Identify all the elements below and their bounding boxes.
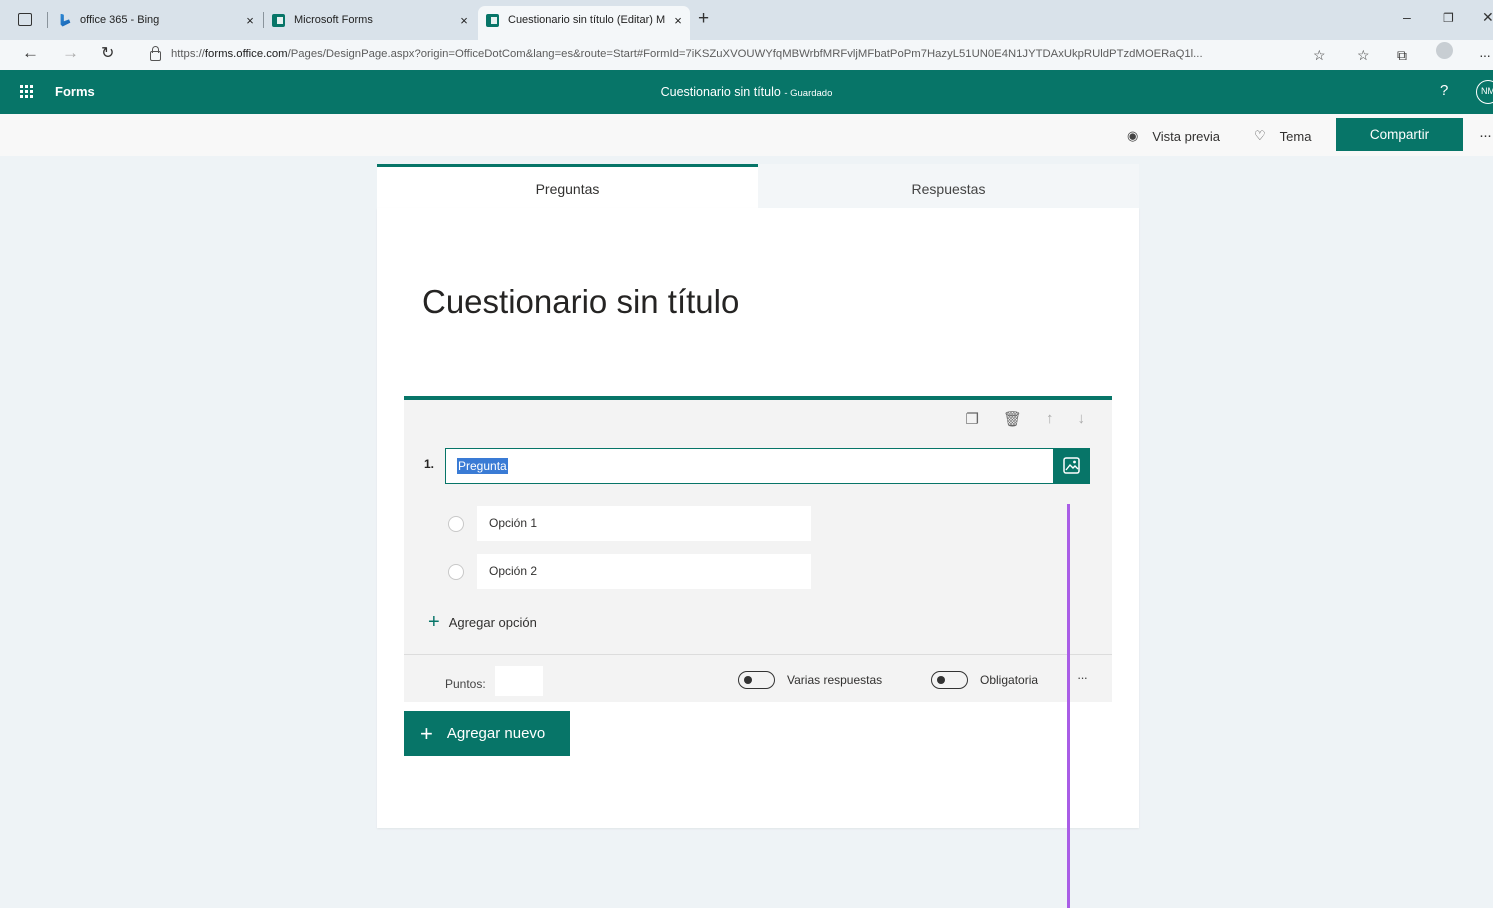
- command-bar: ◉ Vista previa ♡ Tema: [0, 114, 1493, 156]
- lock-icon: [150, 46, 161, 61]
- tab-label: Microsoft Forms: [294, 14, 373, 26]
- close-tab-icon[interactable]: ×: [242, 13, 258, 28]
- form-title[interactable]: Cuestionario sin título: [422, 283, 739, 321]
- avatar[interactable]: NM: [1476, 80, 1493, 104]
- back-arrow-icon[interactable]: ←: [22, 43, 39, 63]
- theme-label: Tema: [1279, 128, 1312, 144]
- option-row: Opción 1: [448, 506, 811, 542]
- form-tabs: Preguntas Respuestas: [377, 164, 1139, 208]
- address-bar[interactable]: https://forms.office.com/Pages/DesignPag…: [134, 42, 1294, 66]
- save-status: - Guardado: [784, 88, 833, 99]
- browser-tab-active[interactable]: Cuestionario sin título (Editar) M ×: [478, 6, 690, 40]
- share-button[interactable]: Compartir: [1336, 118, 1463, 151]
- tab-divider: [263, 12, 264, 28]
- required-label: Obligatoria: [980, 673, 1039, 687]
- divider: [404, 654, 1112, 655]
- form-card: Cuestionario sin título ❐ 🗑 ↑ ↓ 1. Pregu…: [377, 208, 1139, 828]
- copy-icon[interactable]: ❐: [966, 410, 979, 428]
- tab-responses[interactable]: Respuestas: [758, 164, 1139, 208]
- tab-divider: [47, 12, 48, 28]
- collections-icon[interactable]: ⧉: [1397, 47, 1407, 64]
- forward-arrow-icon[interactable]: →: [62, 43, 79, 63]
- forms-icon: [272, 13, 285, 27]
- preview-label: Vista previa: [1152, 128, 1221, 144]
- question-input[interactable]: Pregunta: [445, 448, 1054, 484]
- plus-icon: +: [420, 720, 433, 746]
- insert-media-button[interactable]: [1053, 448, 1090, 484]
- add-option-label: Agregar opción: [448, 614, 537, 630]
- preview-button[interactable]: ◉ Vista previa: [1127, 128, 1220, 144]
- browser-tab-strip: office 365 - Bing × Microsoft Forms × Cu…: [0, 0, 1493, 40]
- multiple-answers-toggle[interactable]: [738, 671, 775, 689]
- browser-tab-forms[interactable]: Microsoft Forms ×: [272, 6, 472, 34]
- tab-label: office 365 - Bing: [80, 14, 160, 26]
- close-tab-icon[interactable]: ×: [456, 13, 472, 28]
- required-toggle[interactable]: [931, 671, 968, 689]
- add-option-button[interactable]: + Agregar opción: [428, 611, 537, 633]
- question-number: 1.: [424, 457, 435, 471]
- url-text: https://forms.office.com/Pages/DesignPag…: [171, 48, 1203, 60]
- minimize-button[interactable]: –: [1403, 9, 1411, 25]
- question-toolbar: ❐ 🗑 ↑ ↓: [966, 410, 1086, 428]
- option-input[interactable]: Opción 1: [477, 506, 811, 541]
- multiple-answers-label: Varias respuestas: [787, 673, 883, 687]
- more-options-icon[interactable]: ···: [1479, 127, 1492, 144]
- move-up-icon[interactable]: ↑: [1046, 410, 1054, 428]
- restore-button[interactable]: ❐: [1443, 11, 1454, 25]
- browser-toolbar: ← → ↻ https://forms.office.com/Pages/Des…: [0, 40, 1493, 70]
- theme-button[interactable]: ♡ Tema: [1254, 128, 1311, 144]
- close-tab-icon[interactable]: ×: [670, 13, 686, 28]
- question-card[interactable]: ❐ 🗑 ↑ ↓ 1. Pregunta Opción 1 Opción 2 +: [404, 396, 1112, 702]
- document-title: Cuestionario sin título - Guardado: [0, 85, 1493, 99]
- option-input[interactable]: Opción 2: [477, 554, 811, 589]
- add-new-label: Agregar nuevo: [446, 725, 546, 742]
- delete-icon[interactable]: 🗑: [1003, 410, 1022, 428]
- question-more-icon[interactable]: ···: [1077, 670, 1088, 685]
- browser-tab-bing[interactable]: office 365 - Bing ×: [58, 6, 258, 34]
- bing-icon: [60, 13, 71, 27]
- image-icon: [1063, 457, 1080, 474]
- move-down-icon[interactable]: ↓: [1078, 410, 1086, 428]
- radio-icon: [448, 516, 464, 532]
- plus-icon: +: [428, 611, 440, 633]
- profile-icon[interactable]: [1436, 42, 1453, 59]
- forms-header: Forms Cuestionario sin título - Guardado…: [0, 70, 1493, 114]
- tab-actions-icon[interactable]: [18, 13, 32, 26]
- forms-icon: [486, 13, 499, 27]
- eye-icon: ◉: [1127, 128, 1139, 143]
- tab-label: Cuestionario sin título (Editar) M: [508, 14, 666, 26]
- help-icon[interactable]: ?: [1440, 82, 1448, 99]
- annotation-line: [1067, 504, 1070, 908]
- new-tab-button[interactable]: +: [698, 8, 709, 30]
- palette-icon: ♡: [1254, 128, 1266, 143]
- close-window-button[interactable]: ✕: [1482, 9, 1493, 26]
- settings-more-icon[interactable]: ···: [1479, 47, 1491, 63]
- radio-icon: [448, 564, 464, 580]
- points-input[interactable]: [495, 666, 543, 696]
- question-text: Pregunta: [457, 458, 508, 474]
- add-favorite-icon[interactable]: ☆: [1313, 47, 1326, 64]
- refresh-icon[interactable]: ↻: [101, 43, 114, 63]
- option-row: Opción 2: [448, 554, 811, 590]
- favorites-icon[interactable]: ☆: [1357, 47, 1370, 64]
- add-new-button[interactable]: + Agregar nuevo: [404, 711, 570, 756]
- tab-questions[interactable]: Preguntas: [377, 164, 758, 208]
- points-label: Puntos:: [445, 677, 486, 691]
- document-title-text: Cuestionario sin título: [660, 85, 781, 99]
